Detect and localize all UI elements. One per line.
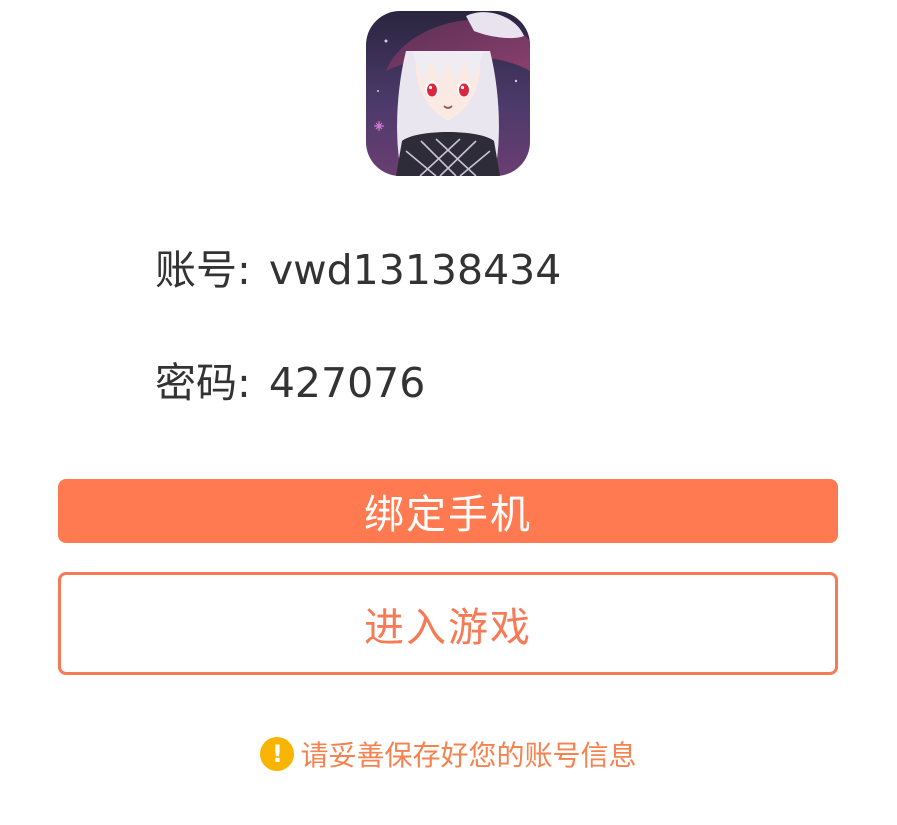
account-row: 账号: vwd13138434 (155, 246, 561, 294)
app-icon (366, 11, 530, 176)
bind-phone-label: 绑定手机 (364, 492, 532, 538)
save-account-notice: ! 请妥善保存好您的账号信息 (0, 734, 897, 774)
password-label: 密码 (155, 359, 237, 407)
password-separator: : (237, 359, 251, 407)
enter-game-button[interactable]: 进入游戏 (58, 572, 838, 675)
exclamation-icon: ! (260, 737, 295, 771)
password-value: 427076 (268, 359, 426, 407)
notice-text: 请妥善保存好您的账号信息 (300, 739, 637, 772)
account-separator: : (237, 246, 251, 294)
account-value: vwd13138434 (268, 246, 562, 294)
enter-game-label: 进入游戏 (364, 604, 532, 651)
password-row: 密码: 427076 (155, 359, 425, 407)
bind-phone-button[interactable]: 绑定手机 (58, 479, 838, 543)
account-label: 账号 (155, 246, 237, 294)
